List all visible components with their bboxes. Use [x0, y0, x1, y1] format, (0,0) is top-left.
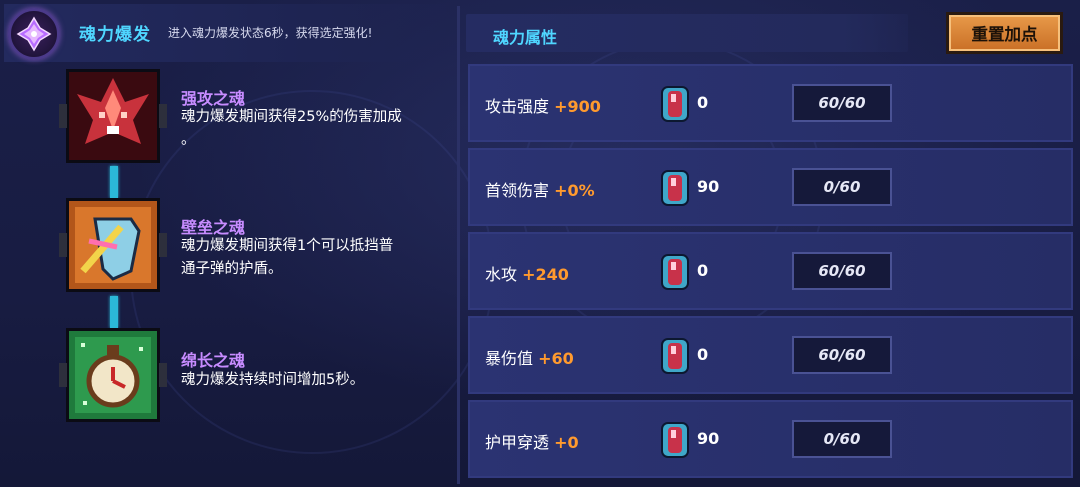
stat-row-boss-damage[interactable]: 首领伤害 +0% 90 0/60	[468, 148, 1073, 226]
stat-bonus: +0%	[554, 181, 595, 200]
stat-name: 攻击强度	[485, 97, 550, 116]
soul-power-screen: 魂力爆发 进入魂力爆发状态6秒，获得选定强化! 强攻之魂 魂力爆发期间获得25%…	[0, 0, 1080, 487]
stat-label: 水攻 +240	[485, 261, 569, 285]
skill-desc-lasting: 魂力爆发持续时间增加5秒。	[181, 369, 451, 392]
stat-cost: 90	[697, 429, 720, 448]
stat-bonus: +900	[554, 97, 601, 116]
burst-title: 魂力爆发	[79, 25, 151, 45]
stat-label: 首领伤害 +0%	[485, 177, 595, 201]
stat-name: 水攻	[485, 265, 518, 284]
stat-label: 攻击强度 +900	[485, 93, 601, 117]
stat-level-box[interactable]: 60/60	[792, 336, 892, 374]
soul-burst-emblem-icon	[8, 8, 60, 60]
stat-level-box[interactable]: 60/60	[792, 84, 892, 122]
demon-attack-icon[interactable]	[59, 69, 167, 163]
skill-connector	[110, 296, 118, 328]
skill-name-lasting: 绵长之魂	[181, 351, 246, 370]
burst-description: 进入魂力爆发状态6秒，获得选定强化!	[168, 26, 373, 40]
skill-connector	[110, 166, 118, 198]
soul-gem-icon	[661, 170, 689, 206]
skill-desc-line: 通子弹的护盾。	[181, 261, 283, 277]
stat-cost: 90	[697, 177, 720, 196]
stat-cost: 0	[697, 345, 709, 364]
stat-level-box[interactable]: 0/60	[792, 168, 892, 206]
stat-cost: 0	[697, 261, 709, 280]
skill-desc-line: 魂力爆发期间获得25%的伤害加成	[181, 109, 402, 125]
skill-desc-strong-attack: 魂力爆发期间获得25%的伤害加成 。	[181, 106, 451, 152]
stat-row-crit-damage[interactable]: 暴伤值 +60 0 60/60	[468, 316, 1073, 394]
attributes-title: 魂力属性	[493, 28, 558, 47]
stat-name: 护甲穿透	[485, 433, 550, 452]
soul-gem-icon	[661, 338, 689, 374]
stat-bonus: +0	[554, 433, 579, 452]
stat-name: 暴伤值	[485, 349, 534, 368]
soul-gem-icon	[661, 86, 689, 122]
soul-gem-icon	[661, 254, 689, 290]
stat-label: 暴伤值 +60	[485, 345, 574, 369]
stat-level-box[interactable]: 60/60	[792, 252, 892, 290]
stat-row-attack-power[interactable]: 攻击强度 +900 0 60/60	[468, 64, 1073, 142]
stat-row-armor-penetration[interactable]: 护甲穿透 +0 90 0/60	[468, 400, 1073, 478]
shield-barrier-icon[interactable]	[59, 198, 167, 292]
stat-bonus: +60	[538, 349, 574, 368]
stat-level-box[interactable]: 0/60	[792, 420, 892, 458]
stopwatch-icon[interactable]	[59, 328, 167, 422]
soul-gem-icon	[661, 422, 689, 458]
stat-row-water-attack[interactable]: 水攻 +240 0 60/60	[468, 232, 1073, 310]
skill-desc-barrier: 魂力爆发期间获得1个可以抵挡普 通子弹的护盾。	[181, 235, 451, 281]
stat-name: 首领伤害	[485, 181, 550, 200]
reset-points-button[interactable]: 重置加点	[946, 12, 1063, 54]
skill-desc-line: 。	[181, 132, 196, 148]
stat-bonus: +240	[522, 265, 569, 284]
panel-divider	[457, 6, 460, 484]
stat-cost: 0	[697, 93, 709, 112]
skill-desc-line: 魂力爆发持续时间增加5秒。	[181, 372, 365, 388]
skill-desc-line: 魂力爆发期间获得1个可以抵挡普	[181, 238, 394, 254]
stat-label: 护甲穿透 +0	[485, 429, 579, 453]
